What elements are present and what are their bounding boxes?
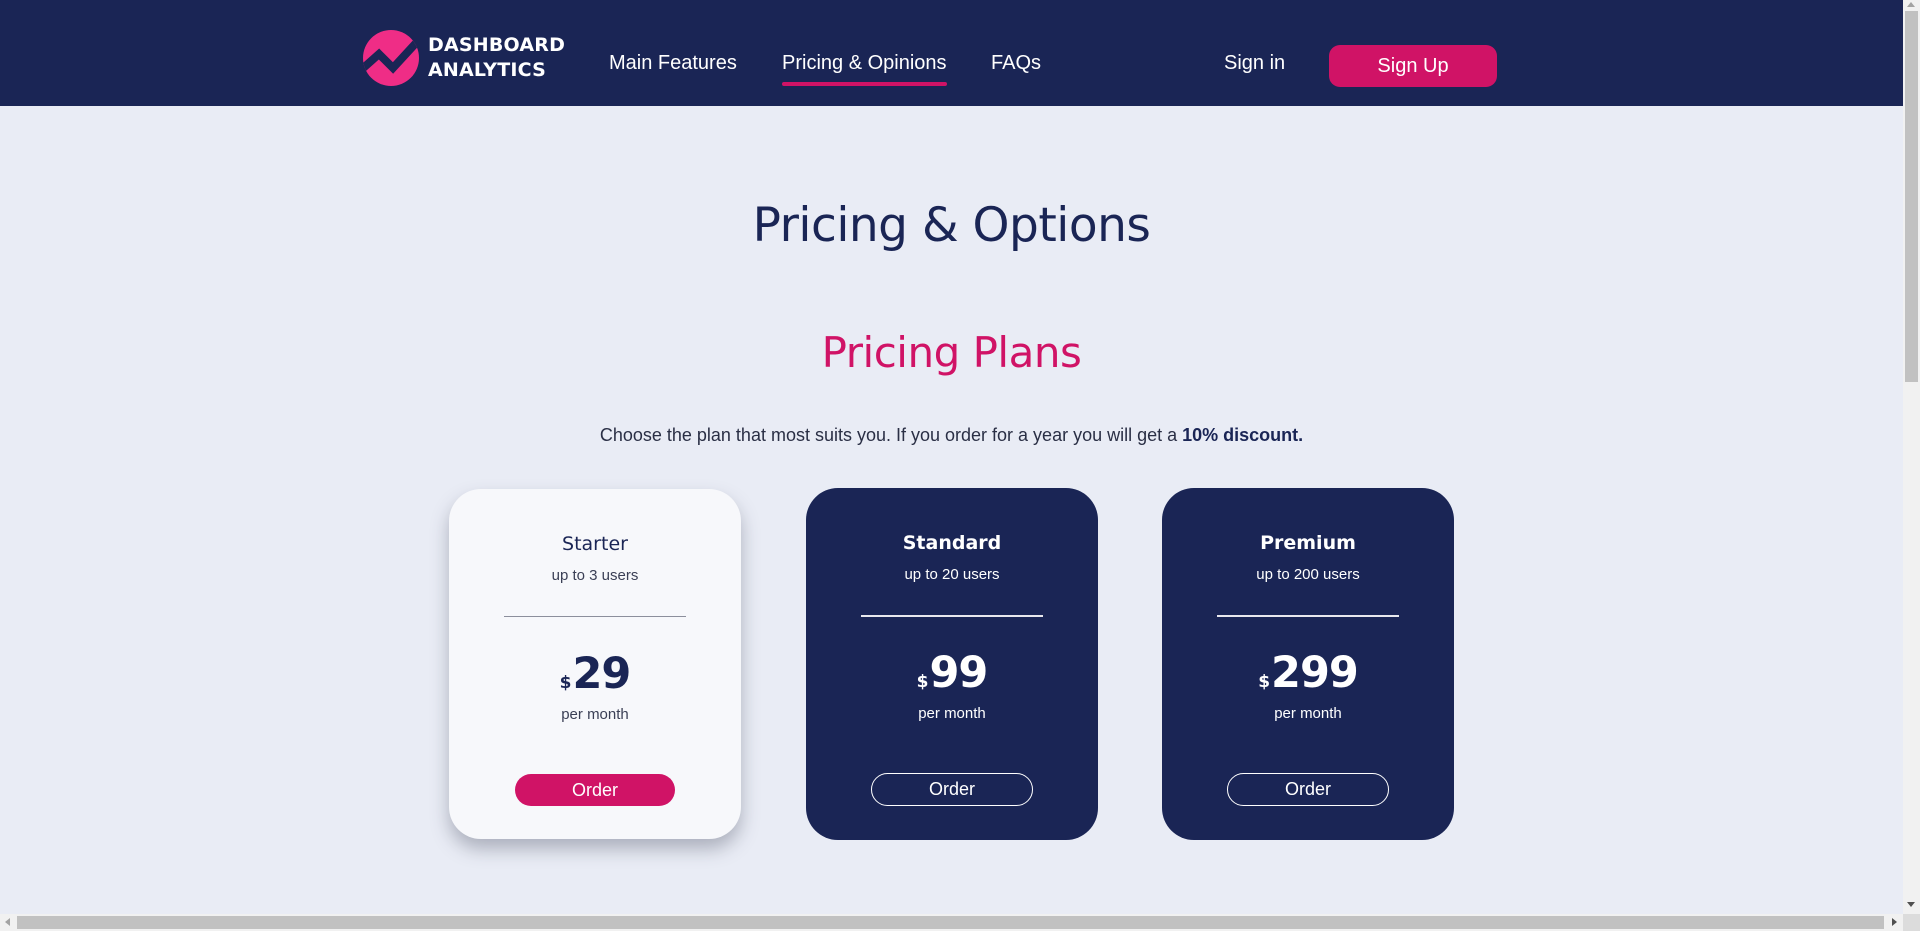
page-viewport: DASHBOARD ANALYTICS Main Features Pricin… (0, 0, 1903, 914)
horizontal-scroll-thumb[interactable] (17, 916, 1884, 929)
sign-in-link[interactable]: Sign in (1224, 52, 1285, 75)
plan-card-premium: Premium up to 200 users $299 per month O… (1162, 488, 1454, 840)
plan-period: per month (561, 706, 629, 723)
plan-name: Standard (902, 532, 1002, 554)
plan-card-starter: Starter up to 3 users $29 per month Orde… (449, 489, 741, 839)
plan-users: up to 3 users (551, 567, 639, 584)
plan-period: per month (1274, 705, 1342, 722)
trend-chart-circle-icon (363, 30, 419, 86)
horizontal-scrollbar[interactable] (0, 914, 1903, 931)
nav-link-main-features[interactable]: Main Features (609, 52, 737, 75)
price-amount: 299 (1271, 648, 1359, 698)
intro-text: Choose the plan that most suits you. If … (599, 425, 1183, 445)
brand-name-line1: DASHBOARD (428, 34, 566, 56)
sign-up-button[interactable]: Sign Up (1329, 45, 1497, 87)
plan-price: $29 (449, 649, 741, 699)
price-amount: 99 (929, 648, 989, 698)
scroll-down-arrow-icon[interactable] (1907, 902, 1915, 907)
vertical-scroll-thumb[interactable] (1905, 11, 1918, 382)
nav-link-faqs[interactable]: FAQs (991, 52, 1041, 75)
page-title: Pricing & Options (752, 198, 1151, 253)
price-amount: 29 (572, 649, 632, 699)
order-button-premium[interactable]: Order (1227, 773, 1389, 806)
plan-name: Premium (1260, 532, 1356, 554)
order-button-starter[interactable]: Order (515, 774, 675, 806)
nav-link-pricing-opinions[interactable]: Pricing & Opinions (782, 52, 947, 86)
plan-divider (861, 615, 1043, 617)
plan-users: up to 200 users (1256, 566, 1360, 583)
plan-card-standard: Standard up to 20 users $99 per month Or… (806, 488, 1098, 840)
vertical-scrollbar[interactable] (1903, 0, 1920, 914)
section-title: Pricing Plans (821, 328, 1082, 377)
price-currency: $ (559, 673, 572, 693)
discount-highlight: 10% discount. (1182, 425, 1304, 445)
scroll-left-arrow-icon[interactable] (5, 918, 10, 926)
brand-name-line2: ANALYTICS (428, 59, 547, 81)
plan-name: Starter (562, 533, 628, 555)
price-currency: $ (916, 672, 929, 692)
plan-period: per month (918, 705, 986, 722)
top-navbar: DASHBOARD ANALYTICS Main Features Pricin… (0, 0, 1903, 106)
plan-users: up to 20 users (904, 566, 1000, 583)
brand-name: DASHBOARD ANALYTICS (428, 33, 565, 83)
plan-price: $299 (1162, 648, 1454, 698)
plan-divider (1217, 615, 1399, 617)
pricing-intro: Choose the plan that most suits you. If … (0, 425, 1903, 446)
scrollbar-corner (1903, 914, 1920, 931)
brand-logo[interactable]: DASHBOARD ANALYTICS (363, 30, 565, 86)
price-currency: $ (1258, 672, 1271, 692)
plan-price: $99 (806, 648, 1098, 698)
order-button-standard[interactable]: Order (871, 773, 1033, 806)
scroll-right-arrow-icon[interactable] (1892, 918, 1897, 926)
scroll-up-arrow-icon[interactable] (1907, 2, 1915, 7)
plan-divider (504, 616, 686, 617)
